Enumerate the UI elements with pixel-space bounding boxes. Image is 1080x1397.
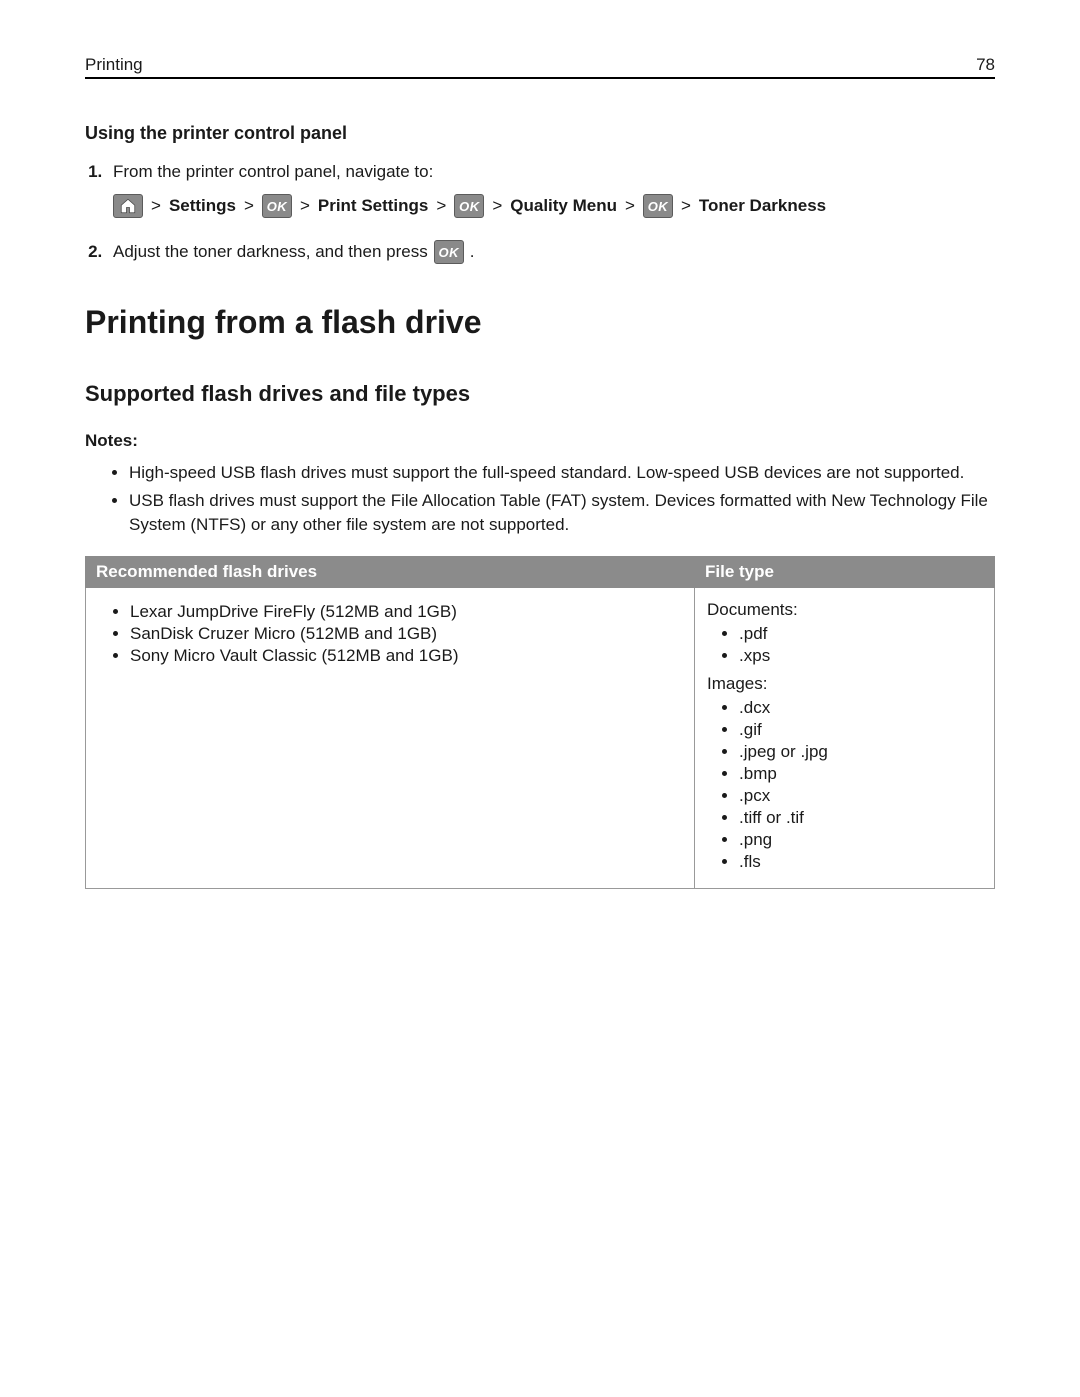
- steps-list: From the printer control panel, navigate…: [85, 162, 995, 264]
- filetype-item: .xps: [739, 646, 982, 666]
- header-section-title: Printing: [85, 55, 143, 75]
- notes-list: High‑speed USB flash drives must support…: [85, 461, 995, 536]
- section-heading-flash-drive: Printing from a flash drive: [85, 304, 995, 341]
- nav-separator: >: [242, 196, 256, 216]
- ok-button-icon: OK: [454, 194, 484, 218]
- notes-label: Notes:: [85, 431, 995, 451]
- subsection-heading-supported: Supported flash drives and file types: [85, 381, 995, 407]
- nav-separator: >: [623, 196, 637, 216]
- table-header-drives: Recommended flash drives: [86, 557, 695, 588]
- step-2-row: Adjust the toner darkness, and then pres…: [113, 240, 995, 264]
- nav-separator: >: [149, 196, 163, 216]
- nav-settings: Settings: [169, 196, 236, 216]
- nav-path: > Settings > OK > Print Settings > OK > …: [113, 194, 995, 218]
- step-2-text-before: Adjust the toner darkness, and then pres…: [113, 242, 428, 262]
- step-2-text-after: .: [470, 242, 475, 262]
- filetype-item: .pdf: [739, 624, 982, 644]
- nav-separator: >: [679, 196, 693, 216]
- step-1: From the printer control panel, navigate…: [107, 162, 995, 218]
- flash-drive-table: Recommended flash drives File type Lexar…: [85, 556, 995, 889]
- table-row: Lexar JumpDrive FireFly (512MB and 1GB) …: [86, 588, 995, 889]
- nav-quality-menu: Quality Menu: [510, 196, 617, 216]
- note-item: USB flash drives must support the File A…: [129, 489, 995, 537]
- ok-button-icon: OK: [643, 194, 673, 218]
- filetype-item: .jpeg or .jpg: [739, 742, 982, 762]
- filetype-item: .fls: [739, 852, 982, 872]
- filetype-item: .gif: [739, 720, 982, 740]
- table-cell-drives: Lexar JumpDrive FireFly (512MB and 1GB) …: [86, 588, 695, 889]
- header-page-number: 78: [976, 55, 995, 75]
- note-item: High‑speed USB flash drives must support…: [129, 461, 995, 485]
- documents-label: Documents:: [707, 600, 982, 620]
- ok-button-icon: OK: [262, 194, 292, 218]
- drive-item: Sony Micro Vault Classic (512MB and 1GB): [130, 646, 682, 666]
- table-header-filetype: File type: [695, 557, 995, 588]
- section-heading-control-panel: Using the printer control panel: [85, 123, 995, 144]
- filetype-item: .bmp: [739, 764, 982, 784]
- filetype-item: .png: [739, 830, 982, 850]
- filetype-item: .tiff or .tif: [739, 808, 982, 828]
- drive-item: SanDisk Cruzer Micro (512MB and 1GB): [130, 624, 682, 644]
- home-icon: [113, 194, 143, 218]
- nav-separator: >: [490, 196, 504, 216]
- step-1-text: From the printer control panel, navigate…: [113, 162, 995, 182]
- filetype-item: .pcx: [739, 786, 982, 806]
- nav-separator: >: [434, 196, 448, 216]
- nav-separator: >: [298, 196, 312, 216]
- nav-print-settings: Print Settings: [318, 196, 429, 216]
- filetype-item: .dcx: [739, 698, 982, 718]
- page-header: Printing 78: [85, 55, 995, 79]
- table-cell-filetypes: Documents: .pdf .xps Images: .dcx .gif .…: [695, 588, 995, 889]
- ok-button-icon: OK: [434, 240, 464, 264]
- drive-item: Lexar JumpDrive FireFly (512MB and 1GB): [130, 602, 682, 622]
- step-2: Adjust the toner darkness, and then pres…: [107, 240, 995, 264]
- nav-toner-darkness: Toner Darkness: [699, 196, 826, 216]
- images-label: Images:: [707, 674, 982, 694]
- document-page: Printing 78 Using the printer control pa…: [0, 0, 1080, 1397]
